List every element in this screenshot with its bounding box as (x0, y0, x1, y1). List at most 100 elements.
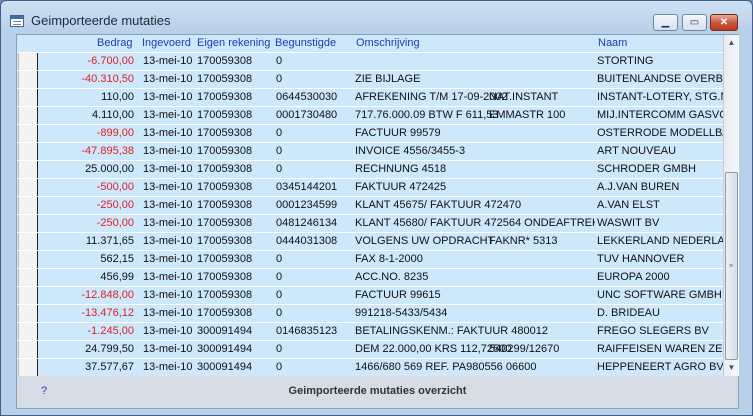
cell-eigen-rekening: 300091494 (197, 343, 253, 355)
cell-begunstigde: 0 (276, 343, 283, 355)
table-row[interactable]: -1.245,00 13-mei-10 300091494 0146835123 BET… (17, 322, 723, 340)
cell-omschrijving: FACTUUR 99615 (355, 289, 441, 301)
column-header-begunstigde[interactable]: Begunstigde (275, 37, 336, 49)
cell-begunstigde: 0 (276, 73, 283, 85)
form-client-area: Bedrag Ingevoerd Eigen rekening Begunsti… (16, 34, 739, 409)
column-header-omschrijving[interactable]: Omschrijving (356, 37, 420, 49)
cell-omschrijving: FAKTUUR 472425 (355, 181, 447, 193)
row-selector[interactable] (18, 215, 38, 232)
cell-omschrijving: ZIE BIJLAGE (355, 73, 421, 85)
cell-naam: MIJ.INTERCOMM GASVO (597, 109, 723, 121)
scroll-thumb[interactable]: ≡ (725, 172, 738, 360)
row-selector[interactable] (18, 287, 38, 304)
column-header-ingevoerd[interactable]: Ingevoerd (142, 37, 191, 49)
cell-begunstigde: 0644530030 (276, 91, 338, 103)
table-row[interactable]: -12.848,00 13-mei-10 170059308 0 FACTUUR 996… (17, 286, 723, 304)
cell-begunstigde: 0 (276, 55, 283, 67)
column-header-naam[interactable]: Naam (598, 37, 627, 49)
row-selector[interactable] (18, 89, 38, 106)
cell-ingevoerd: 13-mei-10 (143, 343, 193, 355)
cell-bedrag: 25.000,00 (85, 163, 134, 175)
table-row[interactable]: 25.000,00 13-mei-10 170059308 0 RECHNUNG 451… (17, 160, 723, 178)
cell-bedrag: 37.577,67 (85, 361, 134, 373)
cell-omschrijving-extra: 540299/12670 (489, 343, 560, 355)
cell-omschrijving: KLANT 45680/ FAKTUUR 472564 ONDEAFTREK (355, 217, 595, 229)
cell-ingevoerd: 13-mei-10 (143, 361, 193, 373)
cell-bedrag: -47.895,38 (81, 145, 134, 157)
cell-begunstigde: 0 (276, 145, 283, 157)
cell-naam: STORTING (597, 55, 654, 67)
row-selector[interactable] (18, 323, 38, 340)
table-row[interactable]: 4.110,00 13-mei-10 170059308 0001730480 717.… (17, 106, 723, 124)
scroll-down-icon[interactable]: ▼ (724, 360, 739, 376)
table-row[interactable]: -6.700,00 13-mei-10 170059308 0 STORTING (17, 52, 723, 70)
row-selector[interactable] (18, 305, 38, 322)
row-selector[interactable] (18, 179, 38, 196)
close-icon: ✕ (719, 17, 729, 28)
column-header-eigen-rekening[interactable]: Eigen rekening (197, 37, 270, 49)
column-header-bedrag[interactable]: Bedrag (97, 37, 132, 49)
row-selector[interactable] (18, 359, 38, 376)
close-button[interactable]: ✕ (710, 14, 738, 31)
cell-begunstigde: 0 (276, 253, 283, 265)
cell-begunstigde: 0 (276, 271, 283, 283)
cell-eigen-rekening: 170059308 (197, 289, 253, 301)
cell-naam: ART NOUVEAU (597, 145, 677, 157)
scroll-up-icon[interactable]: ▲ (724, 35, 739, 51)
row-selector[interactable] (18, 125, 38, 142)
cell-eigen-rekening: 170059308 (197, 55, 253, 67)
cell-bedrag: 110,00 (101, 91, 134, 103)
maximize-button[interactable]: ▭ (682, 14, 707, 31)
cell-eigen-rekening: 170059308 (197, 307, 253, 319)
row-selector[interactable] (18, 107, 38, 124)
cell-ingevoerd: 13-mei-10 (143, 271, 193, 283)
table-row[interactable]: -250,00 13-mei-10 170059308 0481246134 KLANT… (17, 214, 723, 232)
table-row[interactable]: 11.371,65 13-mei-10 170059308 0444031308 VOL… (17, 232, 723, 250)
cell-ingevoerd: 13-mei-10 (143, 217, 193, 229)
row-selector[interactable] (18, 53, 38, 70)
cell-naam: A.J.VAN BUREN (597, 181, 680, 193)
row-selector[interactable] (18, 143, 38, 160)
cell-eigen-rekening: 170059308 (197, 181, 253, 193)
cell-naam: RAIFFEISEN WAREN ZEN (597, 343, 723, 355)
help-link[interactable]: ? (41, 385, 47, 397)
cell-eigen-rekening: 300091494 (197, 325, 253, 337)
table-row[interactable]: 562,15 13-mei-10 170059308 0 FAX 8-1-2000 TUV… (17, 250, 723, 268)
cell-naam: TUV HANNOVER (597, 253, 685, 265)
table-row[interactable]: 24.799,50 13-mei-10 300091494 0 DEM 22.000,0… (17, 340, 723, 358)
row-selector[interactable] (18, 251, 38, 268)
cell-eigen-rekening: 170059308 (197, 109, 253, 121)
cell-naam: BUITENLANDSE OVERBO (597, 73, 723, 85)
main-window: Geimporteerde mutaties ▁ ▭ ✕ Bedrag Inge… (0, 0, 753, 416)
row-selector[interactable] (18, 269, 38, 286)
table-row[interactable]: -13.476,12 13-mei-10 170059308 0 991218-5433… (17, 304, 723, 322)
row-selector[interactable] (18, 71, 38, 88)
title-bar[interactable]: Geimporteerde mutaties ▁ ▭ ✕ (1, 1, 752, 34)
minimize-button[interactable]: ▁ (653, 14, 678, 31)
cell-bedrag: 11.371,65 (85, 235, 134, 247)
table-row[interactable]: -250,00 13-mei-10 170059308 0001234599 KLANT… (17, 196, 723, 214)
cell-ingevoerd: 13-mei-10 (143, 91, 193, 103)
row-selector[interactable] (18, 341, 38, 358)
table-row[interactable]: -47.895,38 13-mei-10 170059308 0 INVOICE 455… (17, 142, 723, 160)
table-row[interactable]: -899,00 13-mei-10 170059308 0 FACTUUR 99579 O… (17, 124, 723, 142)
row-selector[interactable] (18, 233, 38, 250)
cell-begunstigde: 0345144201 (276, 181, 338, 193)
table-row[interactable]: 456,99 13-mei-10 170059308 0 ACC.NO. 8235 EUR… (17, 268, 723, 286)
cell-omschrijving-extra: FAKNR* 5313 (489, 235, 558, 247)
cell-begunstigde: 0146835123 (276, 325, 338, 337)
table-row[interactable]: -40.310,50 13-mei-10 170059308 0 ZIE BIJLAGE… (17, 70, 723, 88)
row-selector[interactable] (18, 161, 38, 178)
table-row[interactable]: 37.577,67 13-mei-10 300091494 0 1466/680 569… (17, 358, 723, 376)
cell-begunstigde: 0481246134 (276, 217, 338, 229)
cell-eigen-rekening: 300091494 (197, 361, 253, 373)
cell-naam: UNC SOFTWARE GMBH (597, 289, 722, 301)
cell-begunstigde: 0001730480 (276, 109, 338, 121)
cell-eigen-rekening: 170059308 (197, 127, 253, 139)
vertical-scrollbar[interactable]: ▲ ≡ ▼ (723, 35, 739, 376)
table-row[interactable]: -500,00 13-mei-10 170059308 0345144201 FAKTU… (17, 178, 723, 196)
cell-bedrag: 4.110,00 (91, 109, 134, 121)
table-row[interactable]: 110,00 13-mei-10 170059308 0644530030 AFREKE… (17, 88, 723, 106)
row-selector[interactable] (18, 197, 38, 214)
cell-begunstigde: 0 (276, 361, 283, 373)
